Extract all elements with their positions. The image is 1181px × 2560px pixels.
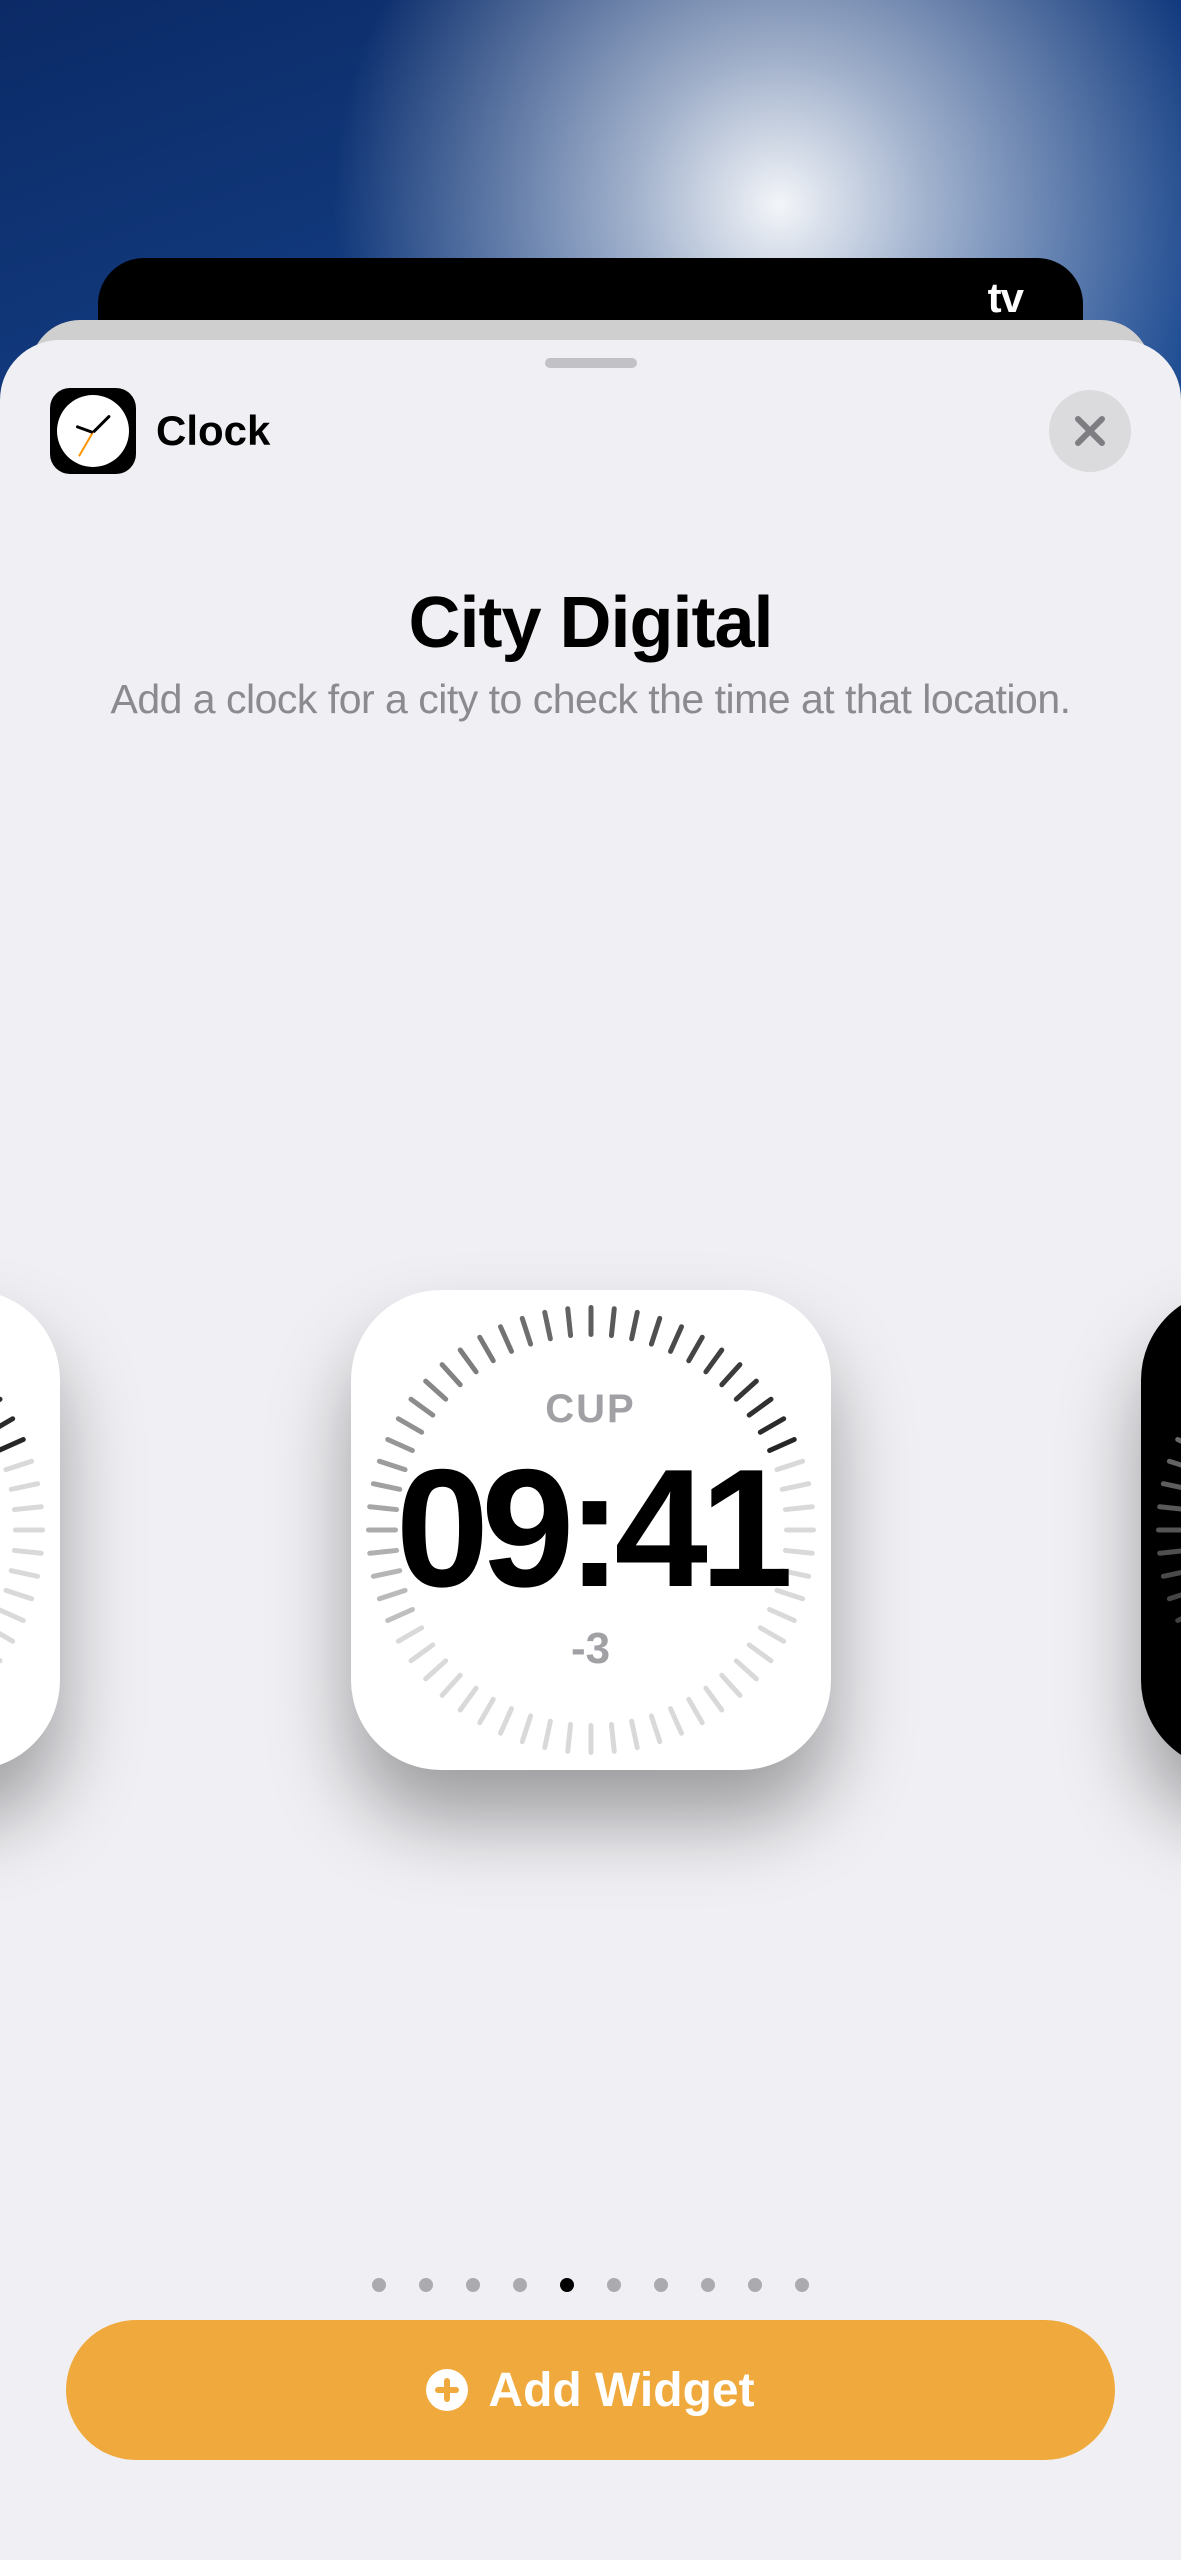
city-abbr-label: CUP <box>545 1387 635 1432</box>
close-button[interactable] <box>1049 390 1131 472</box>
sheet-header: Clock <box>50 386 1131 476</box>
page-dot[interactable] <box>513 2278 527 2292</box>
analog-clock-icon <box>57 395 129 467</box>
plus-circle-icon <box>426 2369 468 2411</box>
page-dot[interactable] <box>654 2278 668 2292</box>
page-dot[interactable] <box>560 2278 574 2292</box>
utc-offset-label: -3 <box>571 1624 610 1674</box>
widget-preview-current[interactable]: CUP 09:41 -3 <box>351 1290 831 1770</box>
widget-preview-next[interactable] <box>1141 1290 1181 1770</box>
page-dot[interactable] <box>795 2278 809 2292</box>
time-label: 09:41 <box>396 1444 786 1612</box>
widget-preview-content: CUP 09:41 -3 <box>351 1290 831 1770</box>
widget-title: City Digital <box>0 582 1181 664</box>
page-indicator[interactable] <box>0 2278 1181 2292</box>
page-dot[interactable] <box>701 2278 715 2292</box>
page-dot[interactable] <box>466 2278 480 2292</box>
title-block: City Digital Add a clock for a city to c… <box>0 582 1181 723</box>
widget-subtitle: Add a clock for a city to check the time… <box>0 676 1181 723</box>
page-dot[interactable] <box>372 2278 386 2292</box>
apple-tv-logo: tv <box>984 274 1023 322</box>
app-name-label: Clock <box>156 407 270 455</box>
page-dot[interactable] <box>607 2278 621 2292</box>
clock-app-icon <box>50 388 136 474</box>
widget-preview-prev[interactable] <box>0 1290 60 1770</box>
close-icon <box>1072 413 1108 449</box>
widget-picker-sheet: Clock City Digital Add a clock for a cit… <box>0 340 1181 2560</box>
page-dot[interactable] <box>419 2278 433 2292</box>
add-widget-button[interactable]: Add Widget <box>66 2320 1115 2460</box>
page-dot[interactable] <box>748 2278 762 2292</box>
widget-carousel[interactable]: CUP 09:41 -3 <box>0 1210 1181 1850</box>
sheet-grabber[interactable] <box>545 358 637 368</box>
add-widget-label: Add Widget <box>488 2363 754 2418</box>
app-chip: Clock <box>50 388 270 474</box>
